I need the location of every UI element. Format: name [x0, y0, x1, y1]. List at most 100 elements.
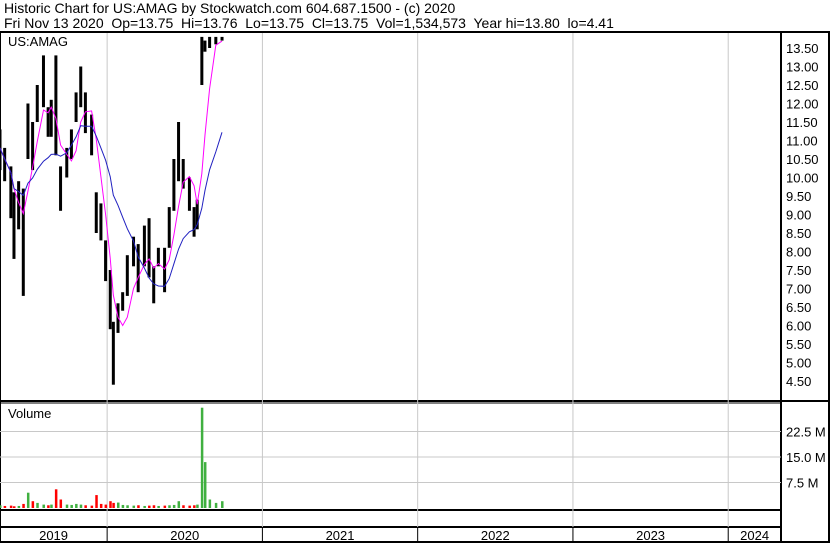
volume-bar [65, 504, 69, 508]
volume-bar [163, 505, 167, 508]
price-bar [94, 192, 98, 233]
price-bar [187, 177, 191, 211]
price-tick-label: 7.50 [786, 263, 811, 278]
price-bar [3, 147, 7, 182]
price-tick-label: 10.00 [786, 171, 819, 186]
volume-bar [26, 492, 30, 508]
price-tick-label: 6.00 [786, 319, 811, 334]
price-bar [99, 203, 103, 241]
price-bar [136, 244, 140, 293]
volume-tick-label: 7.5 M [786, 476, 819, 491]
price-tick-label: 13.50 [786, 41, 819, 56]
volume-bar [3, 505, 7, 508]
price-bar [125, 255, 129, 296]
volume-bar [168, 505, 171, 508]
volume-bar [70, 504, 73, 508]
price-bar [108, 270, 112, 330]
volume-tick-label: 15.0 M [786, 450, 826, 465]
price-bar [90, 114, 94, 156]
price-tick-label: 10.50 [786, 152, 819, 167]
volume-bar [17, 505, 21, 508]
volume-bar [126, 505, 129, 508]
price-bar [208, 36, 212, 48]
volume-bar [99, 503, 103, 508]
volume-label: Volume [8, 406, 51, 421]
volume-bar [157, 505, 160, 508]
volume-bar [132, 505, 136, 508]
volume-bar [112, 502, 115, 508]
volume-bar [90, 505, 94, 508]
volume-bar [143, 505, 146, 508]
volume-bar [59, 499, 63, 508]
price-bar [192, 207, 196, 237]
volume-bar [152, 505, 156, 508]
volume-bar [22, 503, 25, 508]
price-tick-label: 11.00 [786, 134, 818, 149]
price-tick-label: 13.00 [786, 60, 819, 75]
volume-bar [42, 504, 45, 508]
volume-bar [79, 504, 83, 508]
volume-tick-label: 22.5 M [786, 425, 826, 440]
price-bar [54, 55, 58, 156]
price-bar [121, 292, 125, 311]
volume-bar [208, 499, 212, 508]
price-bar [147, 218, 151, 278]
price-bar [177, 122, 181, 182]
volume-bar [109, 501, 112, 508]
volume-bar [121, 504, 125, 508]
price-bar [172, 159, 176, 211]
volume-bar [200, 407, 204, 508]
price-tick-label: 8.00 [786, 245, 811, 260]
volume-bar [104, 504, 108, 508]
price-bar [220, 36, 224, 41]
price-tick-label: 12.00 [786, 97, 819, 112]
volume-bar [214, 502, 218, 508]
volume-bar [75, 503, 78, 508]
volume-bar [221, 501, 224, 508]
price-bar [142, 225, 146, 267]
volume-bar [9, 505, 13, 508]
price-volume-chart: 2019 2020 2021 2022 2023 2024 13.50 13.00 12.50 1… [0, 31, 830, 543]
price-tick-label: 6.50 [786, 300, 811, 315]
price-bar [79, 66, 83, 108]
price-bar [26, 103, 30, 159]
volume-bar [148, 505, 151, 508]
volume-bar [36, 502, 39, 508]
volume-bar [177, 501, 181, 508]
volume-bar [47, 505, 50, 508]
symbol-label: US:AMAG [8, 34, 68, 49]
volume-bar [117, 502, 120, 508]
price-tick-label: 8.50 [786, 226, 811, 241]
volume-bar [54, 489, 58, 508]
price-tick-label: 5.50 [786, 337, 811, 352]
volume-bar [95, 495, 98, 508]
price-tick-label: 11.50 [786, 115, 818, 130]
year-label: 2020 [170, 528, 199, 543]
volume-bar [0, 505, 2, 508]
price-bar [104, 240, 108, 282]
volume-bar [203, 462, 207, 508]
volume-bar [182, 505, 185, 508]
volume-bar [188, 505, 191, 508]
volume-bar [196, 504, 199, 508]
volume-bar [137, 505, 140, 508]
year-label: 2024 [740, 528, 769, 543]
price-bar [41, 55, 45, 108]
price-bar [111, 321, 115, 385]
price-bar [74, 92, 78, 122]
volume-bar [50, 504, 53, 508]
price-bar [35, 85, 39, 122]
price-bar [49, 99, 53, 137]
price-bar [200, 36, 204, 85]
price-tick-label: 4.50 [786, 374, 811, 389]
price-bar [21, 188, 25, 296]
price-tick-label: 9.50 [786, 189, 811, 204]
price-bar [214, 36, 218, 45]
price-tick-label: 7.00 [786, 282, 811, 297]
volume-bar [12, 506, 16, 508]
volume-bar [193, 505, 196, 508]
price-bar [12, 192, 16, 259]
price-tick-label: 9.00 [786, 208, 811, 223]
price-bar [203, 40, 207, 52]
chart-window: Historic Chart for US:AMAG by Stockwatch… [0, 0, 830, 543]
